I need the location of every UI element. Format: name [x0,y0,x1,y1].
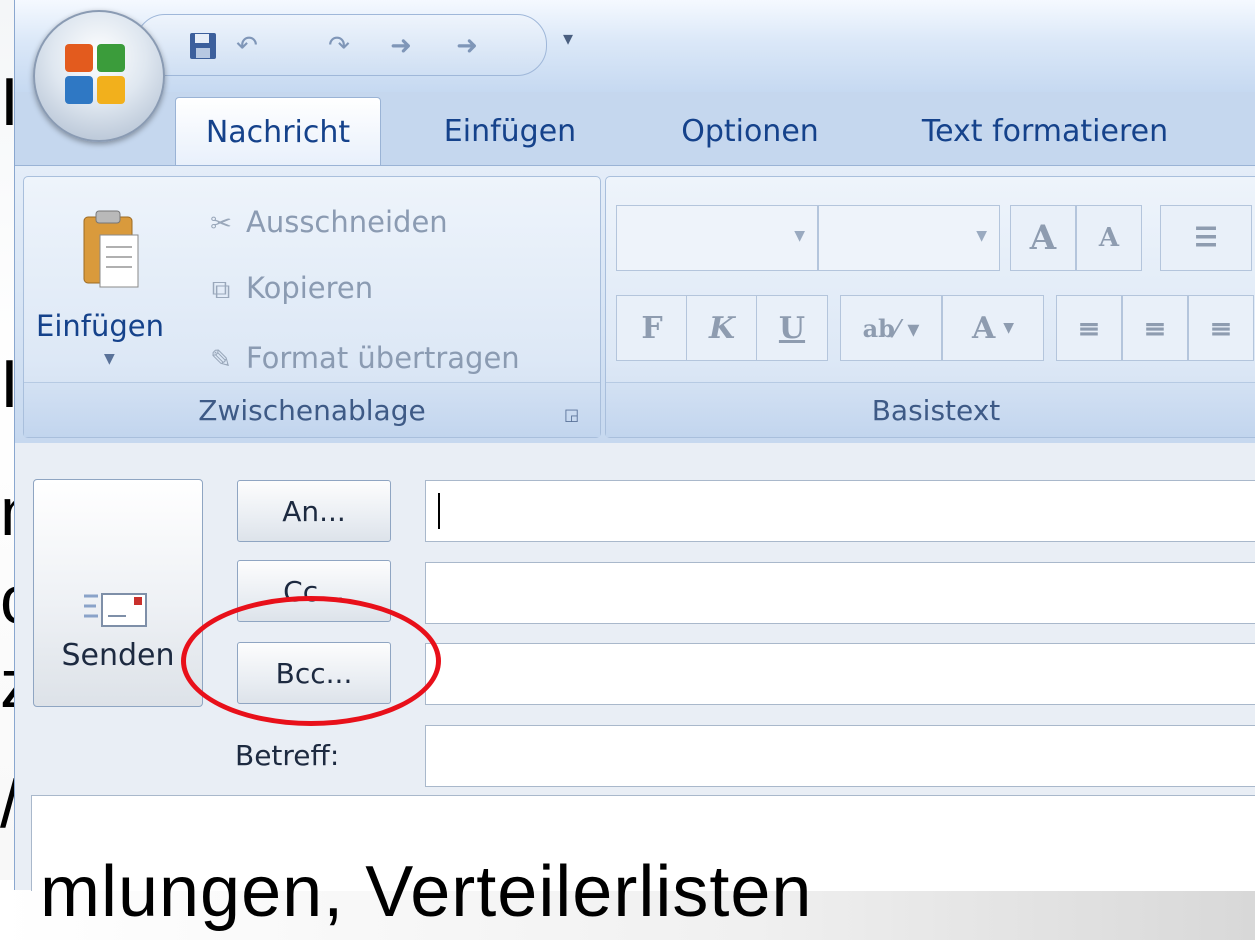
tab-nachricht[interactable]: Nachricht [175,97,381,166]
to-field[interactable] [425,480,1255,542]
quick-access-toolbar: ↶ ↷ ➜ ➜ [135,14,547,76]
clipboard-group-label: Zwischenablage [24,382,600,437]
text-caret [438,493,440,529]
underline-button[interactable]: U [756,295,828,361]
shrink-font-button[interactable]: A [1076,205,1142,271]
align-right-icon: ≡ [1209,311,1233,345]
slide-bottom-text: mlungen, Verteilerlisten [40,852,813,932]
clipboard-icon [83,210,139,288]
copy-icon: ⧉ [211,274,231,305]
customize-toolbar-icon[interactable]: ▾ [563,26,573,50]
italic-label: K [708,310,736,346]
font-size-combo[interactable]: ▼ [818,205,1000,271]
office-logo-icon [65,44,127,106]
tab-einfuegen[interactable]: Einfügen [425,97,595,165]
italic-button[interactable]: K [686,295,758,361]
paste-button[interactable]: Einfügen ▼ [32,185,182,375]
bcc-field[interactable] [425,643,1255,705]
font-color-button[interactable]: A ▼ [942,295,1044,361]
highlight-button[interactable]: ab⁄ ▾ [840,295,942,361]
save-icon[interactable] [188,31,218,61]
bold-button[interactable]: F [616,295,688,361]
paste-dropdown-icon: ▼ [104,351,115,367]
outlook-message-window: ↶ ↷ ➜ ➜ ▾ Nachricht Einfügen Optionen Te… [14,0,1255,891]
format-painter-button[interactable]: Format übertragen [246,341,520,375]
font-color-label: A [971,310,996,346]
basic-text-group-label: Basistext [606,382,1255,437]
arrow-right-icon[interactable]: ➜ [452,31,482,61]
subject-label: Betreff: [235,739,340,772]
send-label: Senden [61,638,175,673]
basic-text-group: ▼ ▼ A A ☰ F K U ab⁄ ▾ A ▼ ≡ ≡ ≡ Basistex… [605,176,1255,438]
align-left-icon: ≡ [1077,311,1101,345]
cut-button[interactable]: Ausschneiden [246,205,448,239]
scissors-icon: ✂ [210,209,232,239]
bullets-icon: ☰ [1194,223,1218,253]
underline-label: U [778,310,806,346]
copy-button[interactable]: Kopieren [246,271,373,305]
cc-field[interactable] [425,562,1255,624]
redo-icon[interactable]: ↷ [324,31,354,61]
to-button[interactable]: An... [237,480,391,542]
align-right-button[interactable]: ≡ [1188,295,1254,361]
clipboard-group: Einfügen ▼ ✂ Ausschneiden ⧉ Kopieren ✎ F… [23,176,601,438]
font-name-combo[interactable]: ▼ [616,205,818,271]
grow-font-label: A [1029,218,1057,258]
format-painter-icon: ✎ [210,345,232,375]
basic-text-group-title: Basistext [871,393,1001,427]
bold-label: F [641,310,663,346]
bcc-highlight-circle [181,596,441,726]
chevron-down-icon: ▼ [976,228,987,244]
shrink-font-label: A [1098,223,1120,253]
highlighter-icon: ab⁄ ▾ [862,313,920,343]
chevron-down-icon: ▼ [1003,320,1015,336]
tab-optionen[interactable]: Optionen [665,97,835,165]
paste-label: Einfügen [36,309,164,343]
arrow-left-icon[interactable]: ➜ [386,31,416,61]
tab-text-formatieren[interactable]: Text formatieren [905,97,1185,165]
align-center-button[interactable]: ≡ [1122,295,1188,361]
title-bar: ↶ ↷ ➜ ➜ ▾ [15,0,1255,92]
ribbon: Einfügen ▼ ✂ Ausschneiden ⧉ Kopieren ✎ F… [15,165,1255,444]
dialog-launcher-icon[interactable]: ◲ [564,405,582,424]
align-left-button[interactable]: ≡ [1056,295,1122,361]
clipboard-group-title: Zwischenablage [198,393,426,427]
chevron-down-icon: ▼ [794,228,805,244]
send-envelope-icon [84,593,147,627]
undo-icon[interactable]: ↶ [232,31,262,61]
office-button[interactable] [33,10,165,142]
bullets-button[interactable]: ☰ [1160,205,1252,271]
send-button[interactable]: Senden [33,479,203,707]
grow-font-button[interactable]: A [1010,205,1076,271]
subject-field[interactable] [425,725,1255,787]
align-center-icon: ≡ [1143,311,1167,345]
